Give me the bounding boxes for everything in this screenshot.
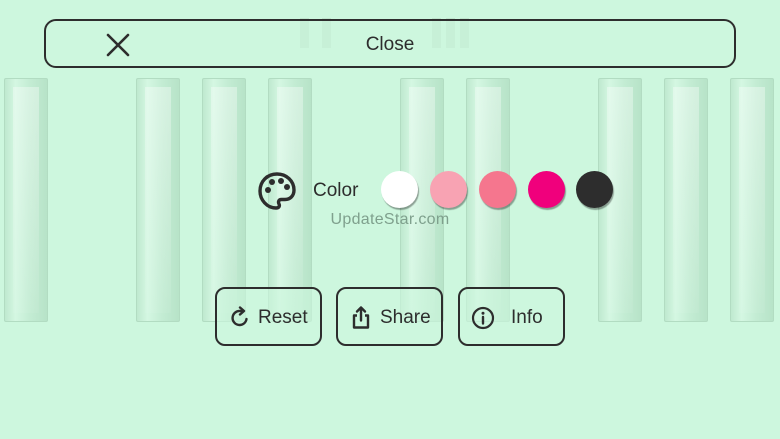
piano-key [202, 78, 246, 322]
piano-key [4, 78, 48, 322]
swatch-pink[interactable] [479, 171, 516, 208]
share-button[interactable]: Share [336, 287, 443, 346]
info-label: Info [511, 307, 543, 328]
piano-key [730, 78, 774, 322]
swatch-black[interactable] [576, 171, 613, 208]
piano-key [136, 78, 180, 322]
swatch-magenta[interactable] [528, 171, 565, 208]
piano-key [664, 78, 708, 322]
share-icon [352, 306, 370, 329]
palette-icon [258, 172, 296, 210]
close-label: Close [365, 34, 415, 55]
color-label: Color [313, 180, 359, 201]
swatch-light-pink[interactable] [430, 171, 467, 208]
reset-button[interactable]: Reset [215, 287, 322, 346]
close-button[interactable]: Close [44, 19, 736, 68]
share-label: Share [380, 307, 431, 328]
watermark-text: UpdateStar.com [330, 211, 450, 228]
rotate-icon [231, 306, 248, 327]
reset-label: Reset [258, 307, 308, 328]
info-icon [471, 306, 495, 330]
swatch-white[interactable] [381, 171, 418, 208]
info-button[interactable]: Info [458, 287, 565, 346]
